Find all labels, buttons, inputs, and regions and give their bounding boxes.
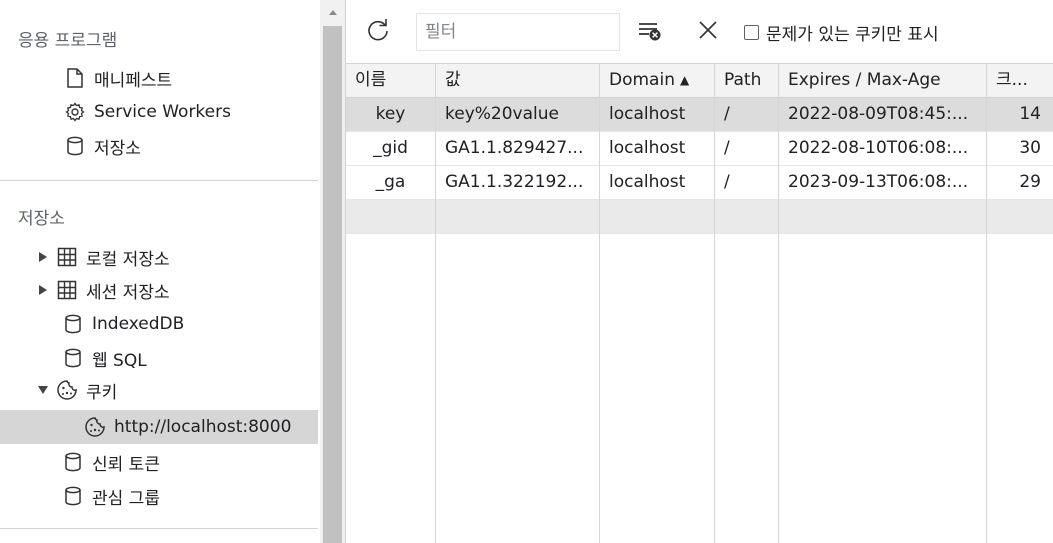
cookie-table: 이름 값 Domain ▲ Path Expires / Max-Age 크...…: [346, 64, 1053, 543]
column-divider: [986, 64, 987, 543]
cell-value: GA1.1.829427...: [445, 138, 584, 158]
sidebar-item-label: 저장소: [94, 138, 141, 159]
sidebar-item-label: http://localhost:8000: [114, 417, 292, 437]
table-header-row: 이름 값 Domain ▲ Path Expires / Max-Age 크...: [346, 64, 1053, 98]
sidebar-item-interest-groups[interactable]: 관심 그룹: [62, 480, 160, 512]
cell-path: /: [724, 172, 730, 192]
cell-path: /: [724, 138, 730, 158]
cell-expires: 2022-08-09T08:45:...: [788, 104, 969, 124]
section-divider: [0, 180, 318, 181]
column-header-size[interactable]: 크...: [987, 64, 1053, 97]
cell-name: _ga: [375, 172, 406, 192]
sidebar-item-label: 쿠키: [86, 382, 118, 403]
checkbox-label: 문제가 있는 쿠키만 표시: [766, 25, 939, 45]
cell-domain: localhost: [609, 138, 686, 158]
sidebar-item-manifest[interactable]: 매니페스트: [64, 62, 172, 94]
column-header-name[interactable]: 이름: [346, 64, 435, 97]
table-grid-icon: [56, 246, 78, 268]
sidebar-item-label: Service Workers: [94, 102, 231, 122]
cell-path: /: [724, 104, 730, 124]
table-grid-icon: [56, 279, 78, 301]
column-divider: [435, 64, 436, 543]
table-row[interactable]: _ga GA1.1.322192... localhost / 2023-09-…: [346, 166, 1053, 200]
column-header-domain[interactable]: Domain ▲: [600, 64, 714, 97]
database-icon: [62, 451, 84, 473]
cell-size: 29: [1019, 172, 1041, 192]
sidebar-item-service-workers[interactable]: Service Workers: [64, 96, 231, 128]
cell-value: GA1.1.322192...: [445, 172, 584, 192]
column-header-expires[interactable]: Expires / Max-Age: [779, 64, 986, 97]
delete-all-cookies-button[interactable]: [692, 16, 724, 48]
table-row[interactable]: key key%20value localhost / 2022-08-09T0…: [346, 98, 1053, 132]
scroll-up-arrow-icon[interactable]: [320, 0, 345, 24]
sidebar-item-label: 매니페스트: [94, 70, 173, 91]
column-header-value[interactable]: 값: [436, 64, 599, 97]
cell-size: 14: [1019, 104, 1041, 124]
close-icon: [698, 20, 718, 45]
sidebar-item-trust-tokens[interactable]: 신뢰 토큰: [62, 446, 160, 478]
sidebar-item-label: 신뢰 토큰: [92, 454, 160, 475]
only-issues-checkbox[interactable]: 문제가 있는 쿠키만 표시: [744, 20, 939, 45]
database-icon: [64, 135, 86, 157]
cell-value: key%20value: [445, 104, 559, 124]
filter-input[interactable]: [416, 13, 620, 51]
scrollbar-thumb[interactable]: [323, 26, 342, 543]
cell-expires: 2022-08-10T06:08:...: [788, 138, 969, 158]
database-icon: [62, 313, 84, 335]
sidebar-item-indexeddb[interactable]: IndexedDB: [62, 308, 184, 340]
document-icon: [64, 67, 86, 89]
sidebar-item-label: IndexedDB: [92, 314, 185, 334]
collapse-arrow-icon[interactable]: [36, 383, 50, 397]
expand-arrow-icon[interactable]: [36, 250, 50, 264]
clear-filtered-cookies-button[interactable]: [634, 16, 666, 48]
sidebar: 응용 프로그램 매니페스트 Service Workers 저장소 저장소 로컬…: [0, 0, 318, 543]
column-divider: [778, 64, 779, 543]
sidebar-item-label: 관심 그룹: [92, 488, 160, 509]
expand-arrow-icon[interactable]: [36, 283, 50, 297]
column-header-path[interactable]: Path: [715, 64, 778, 97]
sidebar-item-label: 웹 SQL: [92, 350, 147, 371]
sidebar-item-storage-overview[interactable]: 저장소: [64, 130, 141, 162]
sort-ascending-icon: ▲: [679, 73, 690, 87]
cookie-icon: [84, 416, 106, 438]
database-icon: [62, 347, 84, 369]
refresh-icon: [365, 17, 391, 48]
sidebar-item-label: 로컬 저장소: [86, 249, 170, 270]
cell-size: 30: [1019, 138, 1041, 158]
cookie-toolbar: 문제가 있는 쿠키만 표시: [346, 0, 1053, 64]
sidebar-scrollbar[interactable]: [320, 0, 345, 543]
section-header-storage[interactable]: 저장소: [18, 204, 65, 229]
table-empty-row: [346, 200, 1053, 234]
cookie-icon: [56, 379, 78, 401]
devtools-application-panel: 응용 프로그램 매니페스트 Service Workers 저장소 저장소 로컬…: [0, 0, 1053, 543]
sidebar-item-local-storage[interactable]: 로컬 저장소: [36, 241, 170, 273]
database-icon: [62, 485, 84, 507]
cell-domain: localhost: [609, 172, 686, 192]
sidebar-item-cookie-origin[interactable]: http://localhost:8000: [0, 410, 318, 444]
sidebar-item-cookies[interactable]: 쿠키: [36, 374, 117, 406]
sidebar-item-label: 세션 저장소: [86, 282, 170, 303]
column-divider: [714, 64, 715, 543]
section-header-application[interactable]: 응용 프로그램: [18, 26, 117, 51]
gear-icon: [64, 101, 86, 123]
cell-domain: localhost: [609, 104, 686, 124]
sidebar-item-session-storage[interactable]: 세션 저장소: [36, 274, 170, 306]
column-divider: [599, 64, 600, 543]
cell-name: key: [375, 104, 406, 124]
section-divider: [0, 528, 318, 529]
sidebar-item-web-sql[interactable]: 웹 SQL: [62, 342, 147, 374]
cell-expires: 2023-09-13T06:08:...: [788, 172, 969, 192]
checkbox-box[interactable]: [744, 25, 759, 40]
refresh-button[interactable]: [362, 16, 394, 48]
clear-filtered-icon: [637, 18, 663, 47]
cell-name: _gid: [373, 138, 408, 158]
table-row[interactable]: _gid GA1.1.829427... localhost / 2022-08…: [346, 132, 1053, 166]
